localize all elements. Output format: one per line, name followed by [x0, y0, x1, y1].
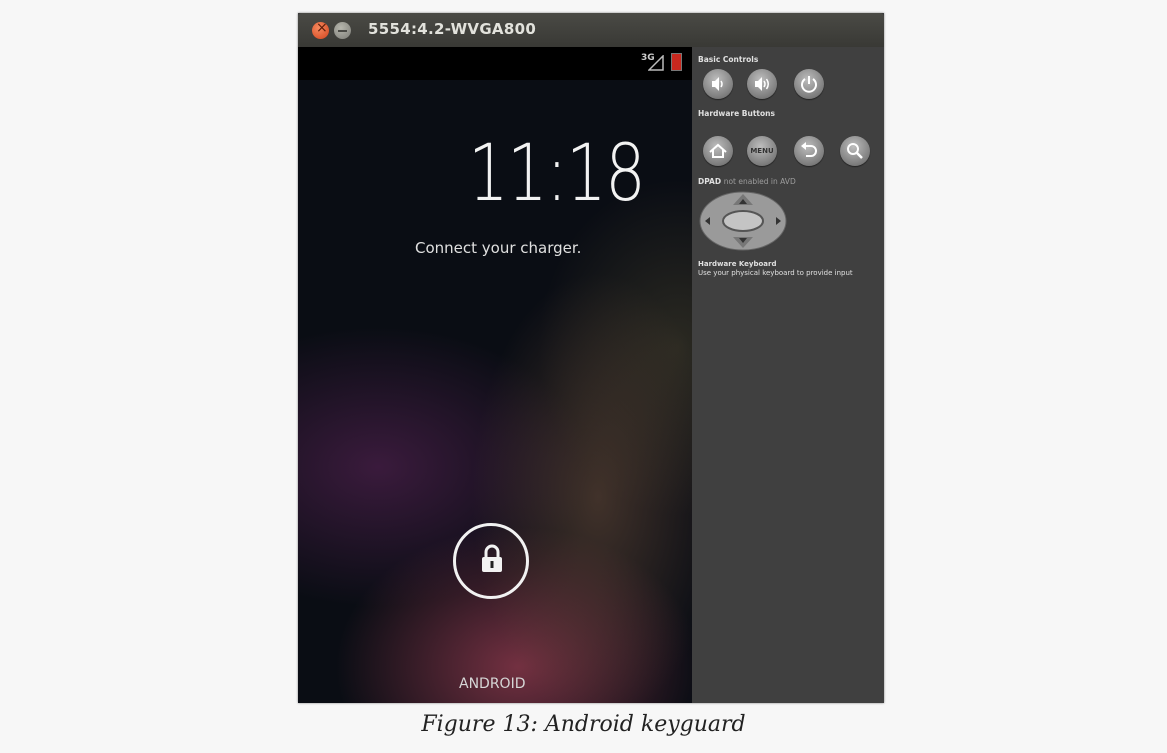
close-window-button[interactable] [312, 20, 329, 39]
figure-caption: Figure 13: Android keyguard [421, 712, 746, 737]
keyboard-heading: Hardware Keyboard [698, 260, 777, 268]
home-icon [709, 143, 727, 158]
keyboard-description: Use your physical keyboard to provide in… [698, 269, 853, 277]
power-icon [801, 76, 817, 93]
power-button[interactable] [794, 69, 824, 99]
back-icon [801, 142, 817, 157]
charger-message: Connect your charger. [415, 239, 582, 257]
minimize-window-button[interactable] [334, 22, 351, 39]
search-icon [847, 143, 863, 159]
phone-screen[interactable]: 3G 11:18 Connect your charger. ANDROID [298, 47, 692, 703]
carrier-label: ANDROID [459, 676, 526, 692]
volume-up-icon [755, 77, 769, 91]
basic-controls-heading: Basic Controls [698, 55, 759, 64]
emulator-control-panel: Basic Controls Hardware Buttons MENU DPA… [692, 47, 884, 703]
title-bar: 5554:4.2-WVGA800 [298, 13, 884, 47]
volume-down-icon [712, 77, 723, 91]
unlock-handle[interactable] [453, 523, 529, 599]
back-button[interactable] [794, 136, 824, 166]
dpad-label: DPAD [698, 177, 722, 186]
volume-up-button[interactable] [747, 69, 777, 99]
dpad-heading: DPAD not enabled in AVD [698, 177, 796, 186]
lockscreen-clock: 11:18 [468, 129, 645, 219]
lock-icon [482, 544, 502, 572]
home-button[interactable] [703, 136, 733, 166]
hardware-buttons-heading: Hardware Buttons [698, 109, 775, 118]
dpad-control[interactable] [698, 191, 788, 251]
menu-button-label: MENU [750, 147, 774, 155]
search-button[interactable] [840, 136, 870, 166]
signal-icon [648, 55, 664, 71]
status-bar: 3G [298, 47, 692, 80]
battery-icon [671, 53, 682, 71]
volume-down-button[interactable] [703, 69, 733, 99]
emulator-window: 5554:4.2-WVGA800 3G 11:18 Connect your c… [298, 13, 884, 703]
window-title: 5554:4.2-WVGA800 [368, 20, 537, 38]
dpad-note: not enabled in AVD [723, 177, 796, 186]
menu-button[interactable]: MENU [747, 136, 777, 166]
